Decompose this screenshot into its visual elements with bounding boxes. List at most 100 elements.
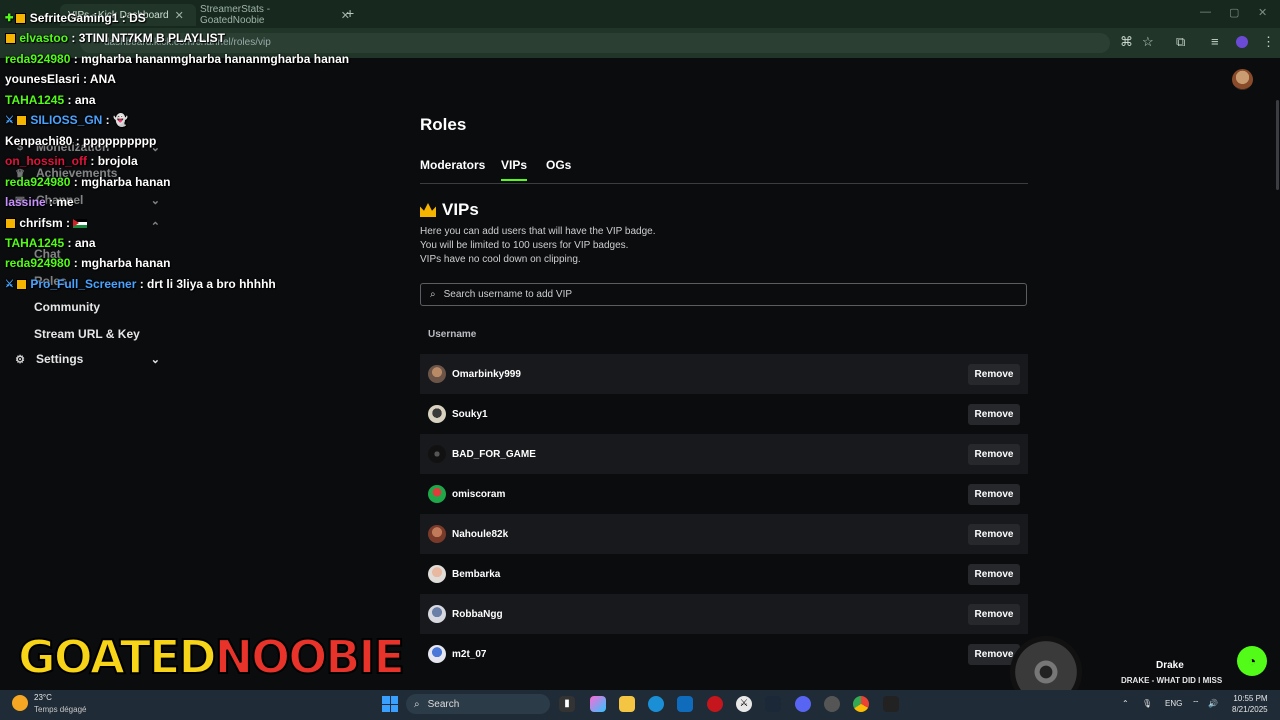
remove-button[interactable]: Remove [968, 564, 1020, 585]
weather-moon-icon[interactable] [12, 695, 28, 711]
media-control-icon[interactable]: ≡ [1211, 34, 1219, 49]
username[interactable]: m2t_07 [452, 649, 486, 660]
avatar [428, 605, 446, 623]
avatar [428, 645, 446, 663]
minimize-icon[interactable]: — [1200, 6, 1211, 18]
table-row: Bembarka Remove [420, 554, 1028, 594]
remove-button[interactable]: Remove [968, 364, 1020, 385]
avatar [428, 365, 446, 383]
translate-icon[interactable]: ⌘ [1120, 34, 1133, 50]
vip-badge-icon [5, 33, 16, 45]
username[interactable]: Nahoule82k [452, 529, 508, 540]
avatar [428, 405, 446, 423]
chat-username: SefriteGaming1 [29, 11, 119, 25]
table-row: omiscoram Remove [420, 474, 1028, 514]
start-button[interactable] [382, 696, 398, 712]
copilot-icon[interactable] [590, 696, 606, 712]
vip-search-input[interactable] [441, 288, 1006, 301]
address-bar[interactable]: dashboard.kick.com/channel/roles/vip [80, 33, 1110, 53]
browser-tab-streamerstats[interactable]: StreamerStats - GoatedNoobie ✕ [192, 4, 358, 26]
sidebar-item-stream-url-key[interactable]: Stream URL & Key [34, 327, 140, 341]
chat-text: ANA [89, 72, 116, 86]
chrome-icon[interactable] [853, 696, 869, 712]
vip-list: Omarbinky999 Remove Souky1 Remove BAD_FO… [420, 354, 1028, 674]
clock-date: 8/21/2025 [1232, 705, 1268, 714]
app-icon[interactable]: ⚔ [736, 696, 752, 712]
chat-message: younesElasri : ANA [5, 72, 116, 86]
sidebar-item-community[interactable]: Community [34, 300, 100, 314]
chat-username: SILIOSS_GN [30, 113, 103, 127]
tab-vips[interactable]: VIPs [501, 158, 528, 181]
app-icon[interactable] [824, 696, 840, 712]
chat-message: Kenpachi80 : pppppppppp [5, 134, 157, 148]
steam-icon[interactable] [765, 696, 781, 712]
section-title: VIPs [420, 200, 479, 220]
username[interactable]: Bembarka [452, 569, 500, 580]
chat-message: ⚔ Pro_Full_Screener : drt li 3liya a bro… [5, 277, 276, 291]
vip-badge-icon [15, 279, 27, 291]
obs-icon[interactable] [883, 696, 899, 712]
language-indicator[interactable]: ENG [1165, 699, 1182, 708]
maximize-icon[interactable]: ▢ [1229, 6, 1239, 19]
file-explorer-icon[interactable] [619, 696, 635, 712]
description-line: Here you can add users that will have th… [420, 226, 656, 237]
logo-text-part1: GOATED [17, 629, 218, 685]
chat-username: chrifsm [19, 216, 63, 230]
remove-button[interactable]: Remove [968, 524, 1020, 545]
app-icon[interactable] [707, 696, 723, 712]
taskbar-search[interactable]: ⌕ Search [406, 694, 550, 714]
chat-text: DS [129, 11, 146, 25]
weather-temperature[interactable]: 23°C [34, 693, 52, 702]
show-hidden-icons[interactable]: ⌃ [1122, 699, 1129, 708]
scrollbar-thumb[interactable] [1276, 100, 1279, 190]
username[interactable]: RobbaNgg [452, 609, 503, 620]
new-tab-button[interactable]: + [346, 5, 354, 21]
microphone-icon[interactable]: 🎙 [1142, 699, 1152, 708]
column-header-username: Username [428, 329, 477, 340]
remove-button[interactable]: Remove [968, 604, 1020, 625]
weather-condition[interactable]: Temps dégagé [34, 705, 86, 714]
chat-text: 3TINI NT7KM B PLAYLIST [78, 31, 225, 45]
taskbar-search-label: Search [427, 698, 460, 710]
browser-menu-icon[interactable]: ⋮ [1262, 34, 1275, 50]
remove-button[interactable]: Remove [968, 444, 1020, 465]
tab-moderators[interactable]: Moderators [420, 158, 485, 172]
taskbar-clock[interactable]: 10:55 PM 8/21/2025 [1232, 693, 1268, 715]
volume-icon[interactable]: 🔊 [1208, 699, 1218, 708]
clock-time: 10:55 PM [1233, 694, 1268, 703]
now-playing-artist: Drake [1156, 660, 1184, 671]
edge-icon[interactable] [648, 696, 664, 712]
tab-ogs[interactable]: OGs [546, 158, 571, 172]
logo-text-part2: NOOBIE [214, 629, 406, 685]
sidebar-item-settings[interactable]: ⚙ Settings ⌄ [14, 349, 160, 369]
username[interactable]: Souky1 [452, 409, 488, 420]
close-tab-icon[interactable]: ✕ [175, 9, 184, 22]
username[interactable]: BAD_FOR_GAME [452, 449, 536, 460]
task-view-icon[interactable]: ▮ [559, 696, 575, 712]
chat-message: reda924980 : mgharba hanan [5, 175, 171, 189]
discord-icon[interactable] [795, 696, 811, 712]
now-playing-track: DRAKE - WHAT DID I MISS [1121, 676, 1223, 685]
extensions-icon[interactable]: ⧉ [1176, 34, 1185, 50]
remove-button[interactable]: Remove [968, 404, 1020, 425]
user-avatar[interactable] [1232, 69, 1253, 90]
bookmark-star-icon[interactable]: ☆ [1142, 34, 1154, 50]
section-title-text: VIPs [442, 200, 479, 219]
chat-message: TAHA1245 : ana [5, 93, 96, 107]
close-window-icon[interactable]: ✕ [1258, 6, 1267, 19]
chat-text: mgharba hanan [81, 175, 171, 189]
vip-badge-icon [5, 218, 16, 230]
vip-badge-icon [15, 13, 27, 25]
search-icon: ⌕ [414, 698, 420, 710]
chat-text: brojola [97, 154, 138, 168]
profile-avatar-icon[interactable] [1236, 36, 1248, 48]
chat-text: drt li 3liya a bro hhhhh [147, 277, 276, 291]
vip-search-field[interactable]: ⌕ [420, 283, 1027, 306]
crown-icon [420, 203, 436, 217]
remove-button[interactable]: Remove [968, 484, 1020, 505]
chat-username: reda924980 [5, 52, 71, 66]
username[interactable]: omiscoram [452, 489, 505, 500]
wifi-icon[interactable]: ⌔ [1192, 699, 1200, 709]
username[interactable]: Omarbinky999 [452, 369, 521, 380]
store-icon[interactable] [677, 696, 693, 712]
